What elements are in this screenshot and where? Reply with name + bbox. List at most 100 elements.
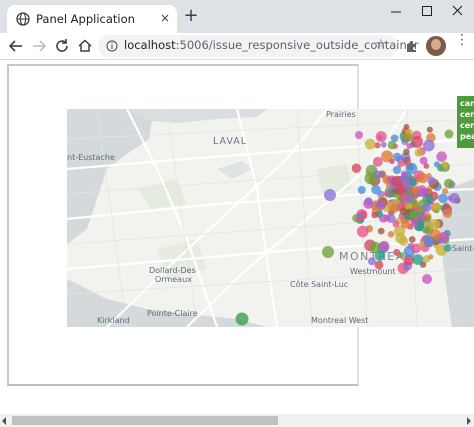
bookmark-star-icon[interactable]: ☆ — [375, 37, 387, 52]
minimize-icon — [391, 11, 401, 13]
map-point[interactable] — [377, 227, 385, 235]
new-tab-button[interactable]: + — [181, 7, 201, 27]
map-point[interactable] — [384, 190, 391, 197]
scatter-points — [235, 123, 461, 326]
map-point[interactable] — [406, 143, 413, 149]
map-point[interactable] — [400, 192, 411, 203]
map-point[interactable] — [355, 131, 363, 139]
map-point[interactable] — [387, 231, 395, 238]
info-icon[interactable] — [106, 40, 118, 52]
map-point[interactable] — [416, 219, 425, 227]
map-point[interactable] — [444, 129, 454, 139]
home-icon[interactable] — [74, 35, 96, 57]
browser-tab[interactable]: Panel Application × — [7, 5, 177, 33]
map-point[interactable] — [363, 198, 374, 209]
map-point[interactable] — [322, 246, 334, 258]
map-point[interactable] — [438, 193, 448, 204]
hover-tooltip: car cer cer pea — [457, 96, 474, 148]
map-point[interactable] — [380, 141, 387, 148]
address-bar[interactable]: localhost:5006/issue_responsive_outside_… — [98, 35, 419, 57]
profile-avatar[interactable] — [426, 36, 446, 56]
minimize-button[interactable] — [380, 0, 412, 28]
map-point[interactable] — [423, 163, 430, 169]
map-point[interactable] — [379, 240, 390, 252]
map-plot[interactable]: Prairies LAVAL nt-Eustache Dollard-Des O… — [67, 109, 474, 327]
extensions-puzzle-icon[interactable] — [404, 38, 420, 54]
tab-title: Panel Application — [36, 12, 135, 26]
map-point[interactable] — [389, 158, 395, 165]
map-point[interactable] — [364, 172, 377, 185]
map-point[interactable] — [400, 170, 408, 177]
map-point[interactable] — [403, 123, 410, 130]
map-point[interactable] — [417, 172, 428, 184]
close-window-button[interactable] — [442, 0, 474, 28]
browser-toolbar: localhost:5006/issue_responsive_outside_… — [0, 33, 474, 60]
page-content: Prairies LAVAL nt-Eustache Dollard-Des O… — [0, 61, 474, 414]
map-point[interactable] — [324, 189, 336, 201]
map-point[interactable] — [397, 161, 404, 168]
map-point[interactable] — [356, 212, 362, 218]
map-point[interactable] — [427, 176, 436, 185]
map-point[interactable] — [376, 201, 383, 208]
map-point[interactable] — [441, 161, 448, 168]
tab-close-button[interactable]: × — [157, 10, 173, 26]
map-point[interactable] — [444, 178, 454, 189]
map-point[interactable] — [369, 241, 381, 253]
map-point[interactable] — [371, 211, 378, 219]
map-point[interactable] — [374, 260, 384, 270]
map-point[interactable] — [411, 185, 420, 194]
map-point[interactable] — [364, 138, 376, 150]
map-point[interactable] — [387, 140, 397, 150]
map-point[interactable] — [428, 219, 440, 231]
map-point[interactable] — [357, 186, 366, 194]
map-point[interactable] — [422, 274, 432, 284]
map-point[interactable] — [371, 184, 381, 195]
map-point[interactable] — [408, 236, 416, 243]
map-point[interactable] — [395, 232, 406, 244]
map-point[interactable] — [367, 257, 376, 266]
tooltip-line: cer — [460, 121, 474, 130]
map-point[interactable] — [443, 244, 452, 252]
close-icon — [452, 5, 463, 16]
map-point[interactable] — [412, 254, 424, 265]
map-point[interactable] — [422, 139, 435, 152]
maximize-button[interactable] — [411, 0, 443, 28]
map-point[interactable] — [436, 151, 447, 162]
back-arrow-icon[interactable] — [5, 35, 27, 57]
map-point[interactable] — [235, 312, 249, 326]
map-point[interactable] — [442, 208, 453, 218]
map-point[interactable] — [390, 134, 399, 143]
tooltip-line: pea — [460, 132, 474, 141]
map-point[interactable] — [399, 207, 408, 216]
map-point[interactable] — [356, 225, 369, 238]
map-point[interactable] — [433, 161, 440, 168]
map-point[interactable] — [426, 126, 433, 133]
scrollbar-thumb[interactable] — [12, 416, 278, 425]
tooltip-line: car — [460, 99, 474, 108]
map-point[interactable] — [441, 188, 449, 195]
map-point[interactable] — [383, 214, 391, 222]
horizontal-scrollbar[interactable] — [0, 414, 474, 427]
browser-titlebar: Panel Application × + — [0, 0, 474, 33]
scroll-left-arrow-icon[interactable] — [2, 417, 6, 425]
scroll-right-arrow-icon[interactable] — [467, 417, 471, 425]
map-point[interactable] — [403, 148, 410, 156]
reload-icon[interactable] — [51, 35, 73, 57]
map-point[interactable] — [422, 202, 432, 213]
url-host: localhost — [124, 38, 176, 52]
map-point[interactable] — [375, 131, 387, 143]
map-point[interactable] — [398, 252, 405, 259]
globe-icon — [16, 12, 30, 26]
map-point[interactable] — [409, 210, 419, 220]
map-point[interactable] — [428, 254, 434, 260]
forward-arrow-icon[interactable] — [28, 35, 50, 57]
map-point[interactable] — [351, 163, 362, 173]
map-point[interactable] — [372, 156, 383, 167]
map-point[interactable] — [409, 178, 417, 186]
map-point[interactable] — [432, 202, 442, 211]
menu-kebab-icon[interactable]: ⋮ — [455, 33, 469, 55]
map-point[interactable] — [404, 132, 411, 140]
map-point[interactable] — [423, 235, 435, 247]
map-point[interactable] — [414, 148, 423, 157]
map-point[interactable] — [449, 192, 460, 204]
